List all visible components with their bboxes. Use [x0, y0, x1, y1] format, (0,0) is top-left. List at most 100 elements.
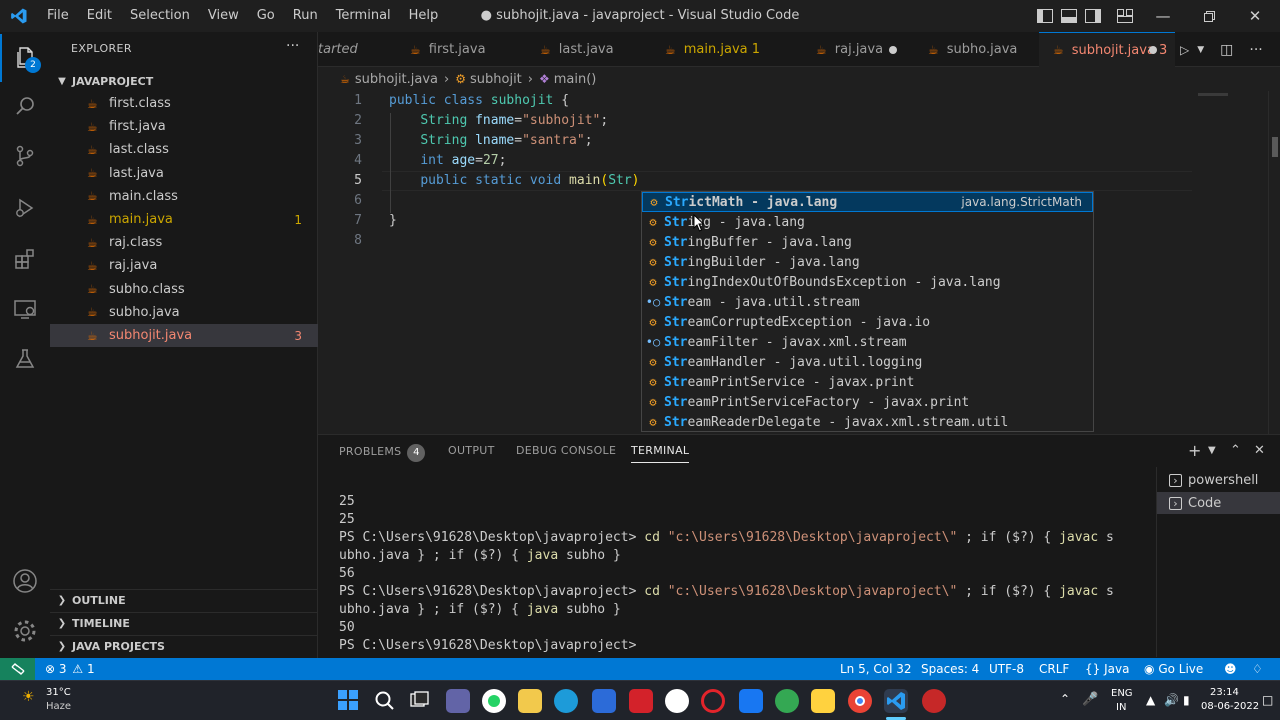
chevron-down-icon[interactable]: ▼ [1208, 445, 1216, 456]
encoding-status[interactable]: UTF-8 [989, 658, 1024, 680]
accounts-icon[interactable] [0, 557, 50, 605]
breadcrumb-file[interactable]: subhojit.java [355, 72, 438, 87]
go-live-button[interactable]: ◉ Go Live [1144, 658, 1203, 680]
file-item[interactable]: ☕ last.java [50, 162, 318, 185]
menu-help[interactable]: Help [400, 0, 448, 32]
remote-indicator-icon[interactable] [0, 658, 35, 680]
file-item[interactable]: ☕ subhojit.java 3 [50, 324, 318, 347]
notifications-bell-icon[interactable]: ♢ [1252, 658, 1263, 680]
file-item[interactable]: ☕ main.java 1 [50, 208, 318, 231]
tab-terminal[interactable]: TERMINAL [631, 444, 690, 463]
code-line[interactable]: String fname="subhojit"; [389, 113, 608, 128]
file-item[interactable]: ☕ subho.java [50, 301, 318, 324]
vertical-scrollbar[interactable] [1268, 91, 1280, 434]
more-actions-icon[interactable]: ··· [1249, 42, 1262, 58]
remote-explorer-icon[interactable] [0, 285, 50, 333]
extensions-icon[interactable] [0, 235, 50, 283]
battery-icon[interactable]: ▮ [1183, 693, 1190, 707]
close-icon[interactable]: ✕ [1232, 0, 1278, 32]
source-control-icon[interactable] [0, 132, 50, 180]
code-line[interactable]: String lname="santra"; [389, 133, 592, 148]
breadcrumb-method[interactable]: main() [554, 72, 597, 87]
timeline-section[interactable]: ❯ TIMELINE [50, 612, 318, 634]
edge-browser-icon[interactable] [554, 689, 578, 713]
file-item[interactable]: ☕ main.class [50, 185, 318, 208]
run-debug-icon[interactable] [0, 184, 50, 232]
menu-file[interactable]: File [38, 0, 78, 32]
tab-output[interactable]: OUTPUT [448, 444, 495, 457]
opera-icon[interactable] [701, 689, 725, 713]
file-item[interactable]: ☕ raj.java [50, 254, 318, 277]
editor-tab[interactable]: tarted [318, 32, 390, 67]
new-terminal-icon[interactable]: + [1188, 441, 1201, 460]
language-mode[interactable]: {} Java [1085, 658, 1129, 680]
vscode-taskbar-icon[interactable] [884, 689, 908, 713]
suggestion-item[interactable]: ⚙ Str eamPrintService - javax.print [642, 372, 1093, 392]
chrome-profile-icon[interactable] [775, 689, 799, 713]
indentation-status[interactable]: Spaces: 4 [921, 658, 979, 680]
scrollbar-thumb[interactable] [1272, 137, 1278, 157]
menu-view[interactable]: View [199, 0, 248, 32]
file-explorer-icon[interactable] [518, 689, 542, 713]
suggestion-item[interactable]: ⚙ Str ingIndexOutOfBoundsException - java.… [642, 272, 1093, 292]
editor-tab[interactable]: ☕ subho.java [914, 32, 1034, 67]
tab-debug-console[interactable]: DEBUG CONSOLE [516, 444, 616, 457]
testing-icon[interactable] [0, 335, 50, 383]
taskbar-search-icon[interactable] [374, 690, 394, 714]
accounts-status-icon[interactable]: ☻ [1224, 658, 1237, 680]
java-projects-section[interactable]: ❯ JAVA PROJECTS [50, 635, 318, 657]
minimize-icon[interactable]: — [1140, 0, 1186, 32]
windows-start-icon[interactable] [338, 690, 358, 714]
suggestion-item[interactable]: ⚙ Str ing - java.lang [642, 212, 1093, 232]
breadcrumb-class[interactable]: subhojit [470, 72, 522, 87]
media-app-icon[interactable] [922, 689, 946, 713]
tab-problems[interactable]: PROBLEMS 4 [339, 444, 426, 462]
close-panel-icon[interactable]: ✕ [1254, 443, 1265, 458]
input-language[interactable]: ENG [1111, 688, 1133, 699]
customize-layout-icon[interactable] [1113, 0, 1137, 32]
code-line[interactable]: int age=27; [389, 153, 506, 168]
file-item[interactable]: ☕ raj.class [50, 231, 318, 254]
suggestion-item[interactable]: •○ Str eam - java.util.stream [642, 292, 1093, 312]
suggestion-item[interactable]: ⚙ Str eamHandler - java.util.logging [642, 352, 1093, 372]
suggestion-item[interactable]: ⚙ Str ictMath - java.lang java.lang.StrictM… [642, 192, 1093, 212]
editor-tab[interactable]: ☕ raj.java [802, 32, 909, 67]
dell-icon[interactable] [665, 689, 689, 713]
suggestion-item[interactable]: ⚙ Str eamCorruptedException - java.io [642, 312, 1093, 332]
clock-time[interactable]: 23:14 [1210, 687, 1239, 698]
more-actions-icon[interactable]: ··· [286, 38, 299, 54]
notification-center-icon[interactable]: □ [1262, 693, 1273, 707]
code-line[interactable]: public static void main(Str) [389, 173, 639, 188]
toggle-secondary-sidebar-icon[interactable] [1081, 0, 1105, 32]
settings-gear-icon[interactable] [0, 607, 50, 655]
suggestion-item[interactable]: ⚙ Str ingBuffer - java.lang [642, 232, 1093, 252]
chevron-down-icon[interactable]: ▼ [1197, 45, 1204, 55]
run-code-icon[interactable]: ▷ [1180, 43, 1189, 57]
terminal-item-powershell[interactable]: › powershell [1157, 469, 1280, 491]
file-item[interactable]: ☕ first.class [50, 92, 318, 115]
suggestion-item[interactable]: ⚙ Str ingBuilder - java.lang [642, 252, 1093, 272]
menu-selection[interactable]: Selection [121, 0, 199, 32]
task-view-icon[interactable] [410, 691, 430, 713]
maximize-panel-icon[interactable]: ⌃ [1230, 443, 1241, 458]
file-item[interactable]: ☕ last.class [50, 138, 318, 161]
menu-terminal[interactable]: Terminal [327, 0, 400, 32]
microphone-icon[interactable]: 🎤 [1082, 692, 1098, 707]
unsaved-dot-icon[interactable] [1149, 46, 1157, 54]
show-hidden-icons-chevron-up-icon[interactable]: ⌃ [1060, 692, 1070, 706]
project-folder-header[interactable]: ▼ JAVAPROJECT [50, 70, 318, 92]
editor-tab[interactable]: ☕ last.java [526, 32, 646, 67]
teams-chat-icon[interactable] [446, 689, 470, 713]
facebook-icon[interactable] [739, 689, 763, 713]
code-line[interactable]: } [389, 213, 397, 228]
toggle-primary-sidebar-icon[interactable] [1033, 0, 1057, 32]
suggestion-item[interactable]: ⚙ Str eamReaderDelegate - javax.xml.stream… [642, 412, 1093, 432]
whatsapp-icon[interactable] [482, 689, 506, 713]
menu-run[interactable]: Run [284, 0, 327, 32]
editor-tab[interactable]: ☕ main.java 1 [651, 32, 797, 67]
file-item[interactable]: ☕ first.java [50, 115, 318, 138]
menu-go[interactable]: Go [248, 0, 284, 32]
volume-icon[interactable]: 🔊 [1164, 693, 1179, 707]
suggestion-item[interactable]: •○ Str eamFilter - javax.xml.stream [642, 332, 1093, 352]
restore-icon[interactable] [1186, 0, 1232, 32]
